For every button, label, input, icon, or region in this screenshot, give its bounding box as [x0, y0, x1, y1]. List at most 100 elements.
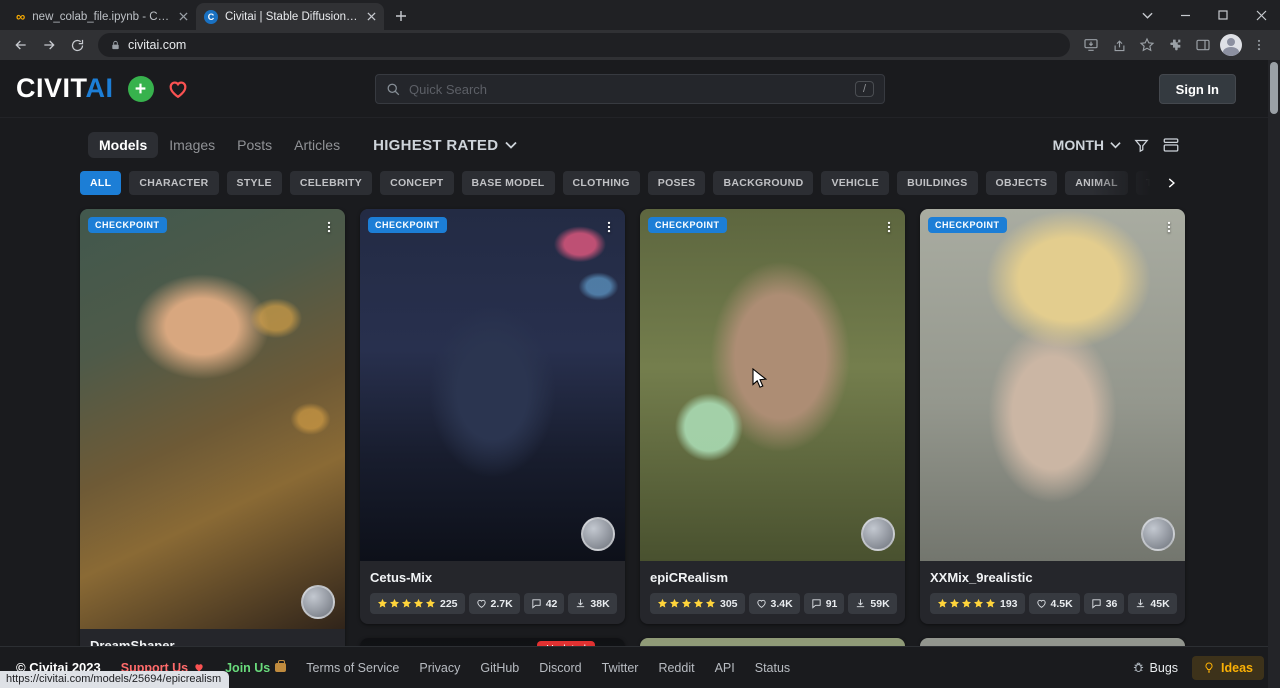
rating-count: 225 — [440, 598, 458, 610]
browser-profile-avatar[interactable] — [1220, 34, 1242, 56]
layout-toggle-icon[interactable] — [1162, 136, 1180, 154]
tab-images[interactable]: Images — [158, 132, 226, 158]
creator-avatar[interactable] — [581, 517, 615, 551]
category-chip[interactable]: BASE MODEL — [462, 171, 555, 195]
category-chip-all[interactable]: ALL — [80, 171, 121, 195]
rating-pill: 225 — [370, 593, 465, 614]
footer-link-github[interactable]: GitHub — [480, 661, 519, 675]
grid-column: CHECKPOINT epiCRealism 305 3.4K — [640, 209, 905, 688]
card-menu-icon[interactable] — [317, 215, 341, 239]
category-chip[interactable]: CONCEPT — [380, 171, 453, 195]
tab-posts[interactable]: Posts — [226, 132, 283, 158]
site-header: CIVITAI / Sign In — [0, 60, 1280, 118]
back-icon[interactable] — [8, 33, 34, 57]
url-bar[interactable]: civitai.com — [98, 33, 1070, 57]
close-window-button[interactable] — [1242, 0, 1280, 30]
category-chip[interactable]: STYLE — [227, 171, 282, 195]
sort-dropdown[interactable]: HIGHEST RATED — [373, 137, 517, 154]
downloads-pill: 59K — [848, 593, 896, 614]
card-menu-icon[interactable] — [877, 215, 901, 239]
category-chip[interactable]: CELEBRITY — [290, 171, 372, 195]
footer-link-api[interactable]: API — [715, 661, 735, 675]
forward-icon[interactable] — [36, 33, 62, 57]
chevron-down-icon — [1110, 141, 1121, 149]
bookmark-star-icon[interactable] — [1134, 33, 1160, 57]
tab-search-icon[interactable] — [1128, 0, 1166, 30]
comments-pill: 42 — [524, 593, 565, 614]
model-type-badge: CHECKPOINT — [368, 217, 447, 233]
footer-link-status[interactable]: Status — [755, 661, 790, 675]
tab-close-icon[interactable] — [367, 12, 376, 21]
join-us-link[interactable]: Join Us — [225, 661, 286, 675]
model-card-epicrealism[interactable]: CHECKPOINT epiCRealism 305 3.4K — [640, 209, 905, 624]
category-chip[interactable]: POSES — [648, 171, 706, 195]
category-chip[interactable]: CLOTHING — [563, 171, 640, 195]
tab-close-icon[interactable] — [179, 12, 188, 21]
model-card-cetus-mix[interactable]: CHECKPOINT Cetus-Mix 225 2.7K — [360, 209, 625, 624]
civitai-logo[interactable]: CIVITAI — [16, 73, 114, 104]
creator-avatar[interactable] — [301, 585, 335, 619]
comments-count: 91 — [826, 598, 838, 610]
card-menu-icon[interactable] — [597, 215, 621, 239]
comment-icon — [811, 598, 822, 609]
model-card-xxmix9realistic[interactable]: CHECKPOINT XXMix_9realistic 193 4.5K — [920, 209, 1185, 624]
card-menu-icon[interactable] — [1157, 215, 1181, 239]
footer-link-discord[interactable]: Discord — [539, 661, 581, 675]
likes-count: 4.5K — [1051, 598, 1073, 610]
chips-scroll-right-icon[interactable] — [1164, 176, 1178, 190]
heart-icon — [476, 598, 487, 609]
category-chip[interactable]: BUILDINGS — [897, 171, 977, 195]
likes-count: 3.4K — [771, 598, 793, 610]
downloads-count: 38K — [590, 598, 609, 610]
sign-in-button[interactable]: Sign In — [1159, 74, 1236, 104]
footer-link-terms[interactable]: Terms of Service — [306, 661, 399, 675]
period-dropdown[interactable]: MONTH — [1053, 137, 1121, 153]
creator-avatar[interactable] — [861, 517, 895, 551]
model-stats: 225 2.7K 42 38K — [370, 593, 615, 614]
reload-icon[interactable] — [64, 33, 90, 57]
nav-right-controls: MONTH — [1053, 136, 1180, 154]
ideas-button[interactable]: Ideas — [1192, 656, 1264, 680]
page-scrollbar — [1268, 60, 1280, 688]
browser-menu-icon[interactable] — [1246, 33, 1272, 57]
side-panel-icon[interactable] — [1190, 33, 1216, 57]
tab-articles[interactable]: Articles — [283, 132, 351, 158]
category-chip[interactable]: OBJECTS — [986, 171, 1058, 195]
bugs-button[interactable]: Bugs — [1132, 661, 1179, 675]
minimize-button[interactable] — [1166, 0, 1204, 30]
category-chip[interactable]: BACKGROUND — [713, 171, 813, 195]
new-tab-button[interactable] — [388, 3, 414, 29]
content-nav-row: Models Images Posts Articles HIGHEST RAT… — [88, 130, 1180, 160]
model-type-badge: CHECKPOINT — [88, 217, 167, 233]
category-chip[interactable]: VEHICLE — [821, 171, 889, 195]
footer-right-actions: Bugs Ideas — [1132, 656, 1264, 680]
browser-tab-colab[interactable]: ∞ new_colab_file.ipynb - Colaborat — [8, 3, 196, 30]
tab-models[interactable]: Models — [88, 132, 158, 158]
maximize-button[interactable] — [1204, 0, 1242, 30]
share-icon[interactable] — [1106, 33, 1132, 57]
search-bar[interactable]: / — [375, 74, 885, 104]
search-input[interactable] — [409, 82, 847, 97]
creator-avatar[interactable] — [1141, 517, 1175, 551]
footer-link-privacy[interactable]: Privacy — [419, 661, 460, 675]
install-app-icon[interactable] — [1078, 33, 1104, 57]
extensions-puzzle-icon[interactable] — [1162, 33, 1188, 57]
model-image: CHECKPOINT — [640, 209, 905, 561]
browser-tab-civitai[interactable]: C Civitai | Stable Diffusion models, — [196, 3, 384, 30]
rating-pill: 193 — [930, 593, 1025, 614]
footer-link-twitter[interactable]: Twitter — [602, 661, 639, 675]
category-chip[interactable]: CHARACTER — [129, 171, 218, 195]
download-icon — [575, 598, 586, 609]
create-plus-button[interactable] — [128, 76, 154, 102]
model-title: epiCRealism — [650, 570, 895, 585]
model-card-dreamshaper[interactable]: CHECKPOINT DreamShaper — [80, 209, 345, 663]
comments-pill: 91 — [804, 593, 845, 614]
support-heart-icon[interactable] — [166, 78, 190, 100]
chevron-down-icon — [505, 141, 517, 149]
filter-funnel-icon[interactable] — [1133, 137, 1150, 154]
tab-title: new_colab_file.ipynb - Colaborat — [32, 11, 172, 23]
likes-pill: 3.4K — [749, 593, 800, 614]
grid-column: CHECKPOINT DreamShaper — [80, 209, 345, 688]
scrollbar-thumb[interactable] — [1270, 62, 1278, 114]
footer-link-reddit[interactable]: Reddit — [658, 661, 694, 675]
